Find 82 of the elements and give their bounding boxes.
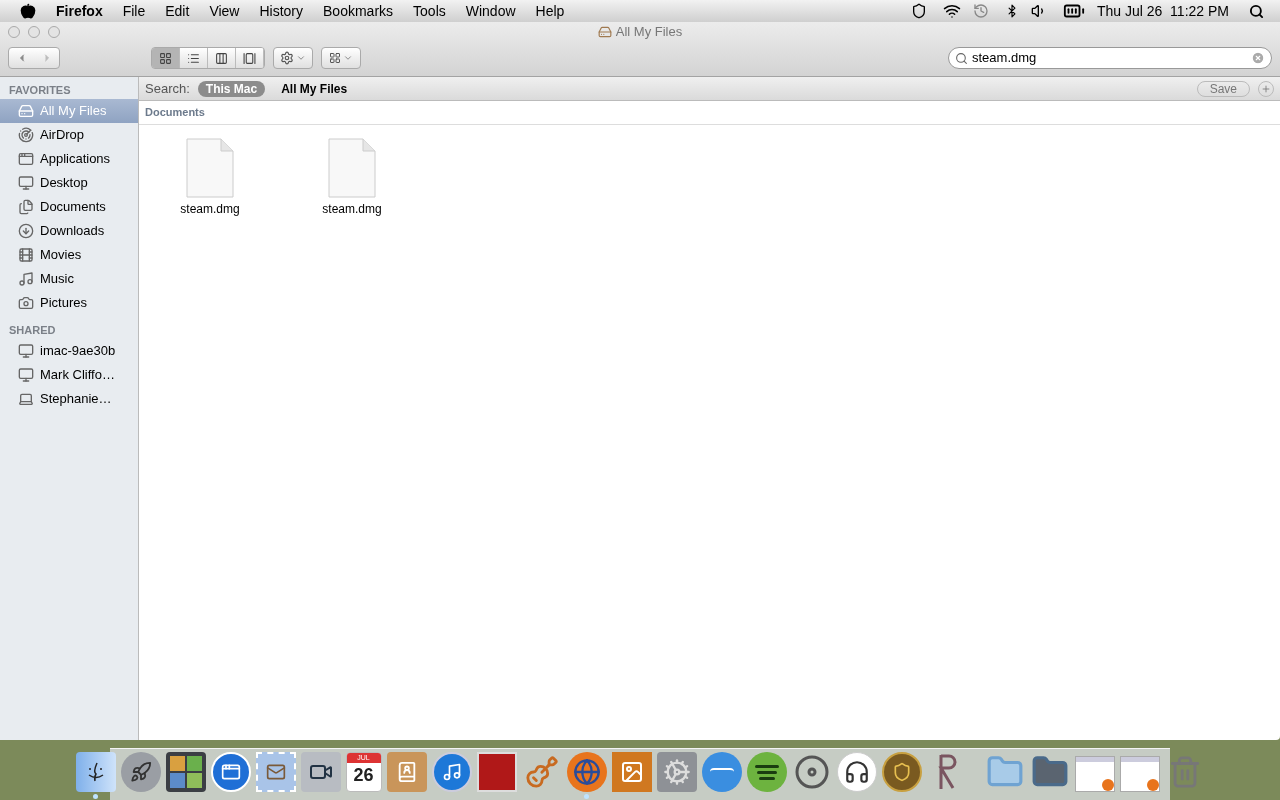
window-thumbnail-icon[interactable] — [1074, 756, 1115, 792]
cover-flow-icon — [243, 51, 256, 65]
music-icon — [18, 271, 34, 287]
running-indicator-icon — [584, 794, 589, 799]
imac-icon — [18, 343, 34, 359]
menu-item[interactable]: Window — [465, 0, 516, 22]
pictures-icon — [18, 295, 34, 311]
grid-icon — [159, 51, 172, 65]
menu-item[interactable]: File — [122, 0, 146, 22]
time-machine-icon[interactable] — [972, 3, 989, 19]
sidebar-item[interactable]: Applications — [0, 147, 138, 171]
view-mode-control[interactable] — [151, 47, 265, 69]
caret-icon — [296, 53, 306, 63]
allfiles-icon — [18, 103, 34, 119]
view-mode-button[interactable] — [152, 48, 180, 68]
camera-icon[interactable] — [300, 752, 341, 792]
downloads-icon — [18, 223, 34, 239]
sidebar-item[interactable]: Desktop — [0, 171, 138, 195]
globe-icon[interactable] — [566, 752, 607, 792]
menu-item[interactable]: View — [209, 0, 240, 22]
search-field[interactable]: steam.dmg — [948, 47, 1272, 69]
wifi-icon[interactable] — [942, 2, 961, 20]
menu-item[interactable]: History — [259, 0, 304, 22]
apps-icon — [18, 151, 34, 167]
caret-icon — [343, 53, 353, 63]
scope-button[interactable]: All My Files — [273, 80, 356, 97]
search-icon — [955, 51, 968, 65]
sidebar-item[interactable]: Stephanie… — [0, 387, 138, 411]
app-menu[interactable]: Firefox — [56, 0, 103, 22]
action-menu-button[interactable] — [273, 47, 313, 69]
view-mode-button[interactable] — [208, 48, 236, 68]
headset-icon[interactable] — [836, 752, 877, 792]
file-name[interactable]: steam.dmg — [322, 200, 382, 218]
view-mode-button[interactable] — [180, 48, 208, 68]
sidebar-item[interactable]: imac-9ae30b — [0, 339, 138, 363]
columns-icon — [215, 51, 228, 65]
photo-camera-icon[interactable] — [611, 752, 652, 792]
stamp-icon[interactable] — [255, 752, 296, 792]
sidebar-item[interactable]: Pictures — [0, 291, 138, 315]
window-title-icon — [597, 25, 612, 39]
plus-icon — [1261, 83, 1271, 94]
laptop-icon — [18, 391, 34, 407]
address-book-icon[interactable] — [386, 752, 427, 792]
sidebar-heading: FAVORITES — [8, 82, 72, 98]
menu-clock[interactable]: Thu Jul 26 11:22 PM — [1096, 0, 1229, 22]
arrange-menu-button[interactable] — [321, 47, 361, 69]
calendar-day: 26 — [353, 763, 374, 787]
view-mode-button[interactable] — [236, 48, 264, 68]
sidebar-item[interactable]: Downloads — [0, 219, 138, 243]
scope-label: Search: — [145, 79, 190, 98]
list-icon — [187, 51, 200, 65]
file-name[interactable]: steam.dmg — [180, 200, 240, 218]
menu-item[interactable]: Edit — [165, 0, 190, 22]
apple-menu-icon[interactable] — [20, 3, 36, 19]
menu-item[interactable]: Bookmarks — [323, 0, 394, 22]
airdrop-icon — [18, 127, 34, 143]
sidebar-heading: SHARED — [8, 322, 57, 338]
shield-icon[interactable] — [910, 3, 927, 19]
window-thumbnail-icon[interactable] — [1119, 756, 1160, 792]
display-icon — [18, 367, 34, 383]
window-title: All My Files — [615, 23, 683, 42]
group-heading: Documents — [145, 105, 205, 121]
finder-icon[interactable] — [75, 752, 116, 792]
running-indicator-icon — [93, 794, 98, 799]
sidebar-item[interactable]: Mark Cliffo… — [0, 363, 138, 387]
sidebar-item[interactable]: Movies — [0, 243, 138, 267]
movies-icon — [18, 247, 34, 263]
gear-icon — [280, 51, 294, 65]
spotlight-icon[interactable] — [1249, 3, 1264, 19]
menu-item[interactable]: Tools — [413, 0, 446, 22]
sidebar-item[interactable]: Documents — [0, 195, 138, 219]
app-store-icon[interactable] — [210, 752, 251, 792]
music-note-icon[interactable] — [431, 752, 472, 792]
sidebar-item[interactable]: AirDrop — [0, 123, 138, 147]
photo-grid-icon[interactable] — [165, 752, 206, 792]
rocket-icon[interactable] — [120, 752, 161, 792]
sidebar-item[interactable]: Music — [0, 267, 138, 291]
menu-item[interactable]: Help — [535, 0, 565, 22]
grid-icon — [329, 52, 341, 64]
documents-icon — [18, 199, 34, 215]
desktop-icon — [18, 175, 34, 191]
sound-waves-icon[interactable] — [746, 752, 787, 792]
